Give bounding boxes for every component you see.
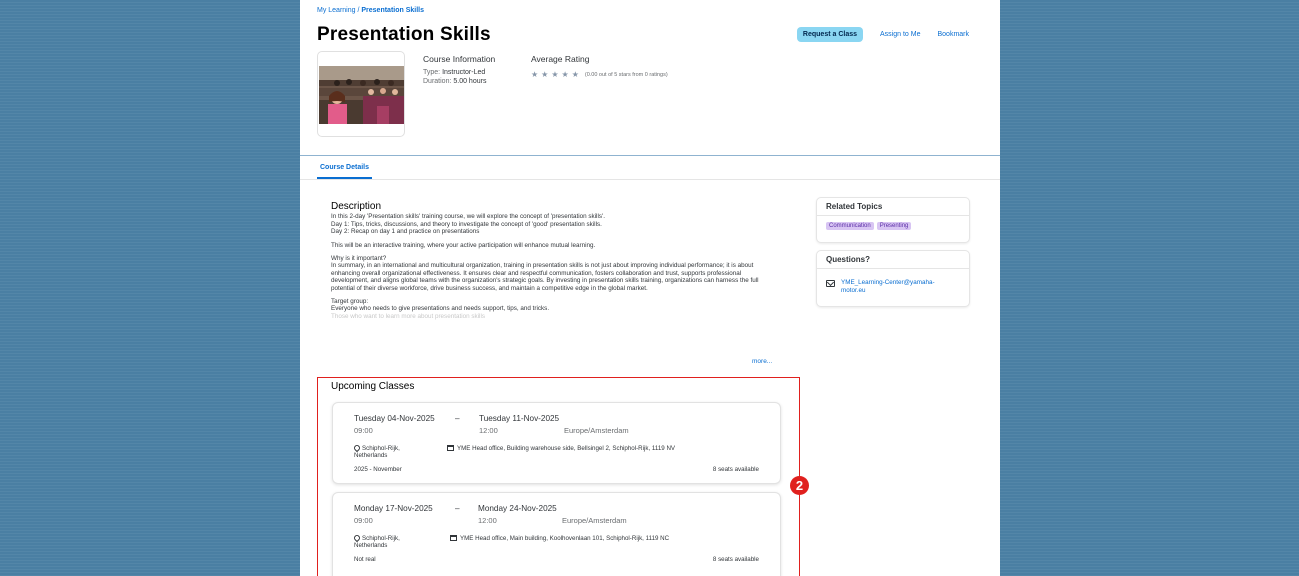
- course-header: My Learning / Presentation Skills Presen…: [300, 0, 1000, 156]
- page-title: Presentation Skills: [317, 24, 491, 45]
- class-start-time: 09:00: [354, 516, 373, 525]
- class-card[interactable]: Tuesday 04-Nov-2025 – Tuesday 11-Nov-202…: [332, 402, 781, 484]
- class-seats: 8 seats available: [712, 466, 759, 473]
- star-icon: ★: [561, 70, 569, 79]
- class-timezone: Europe/Amsterdam: [564, 426, 629, 435]
- date-separator: –: [455, 504, 460, 513]
- course-information: Course Information Type: Instructor-Led …: [423, 54, 495, 86]
- description-importance: Why is it important? In summary, in an i…: [331, 255, 759, 292]
- tab-course-details[interactable]: Course Details: [317, 164, 373, 179]
- date-separator: –: [455, 414, 460, 423]
- related-topics-card: Related Topics Communication Presenting: [816, 197, 970, 243]
- class-start-date: Monday 17-Nov-2025: [354, 504, 433, 513]
- location-pin-icon: [352, 443, 362, 453]
- header-actions: Request a Class Assign to Me Bookmark: [796, 27, 969, 42]
- average-rating: Average Rating ★ ★ ★ ★ ★ (0.00 out of 5 star…: [531, 54, 668, 79]
- class-start-time: 09:00: [354, 426, 373, 435]
- rating-stars[interactable]: ★ ★ ★ ★ ★ (0.00 out of 5 stars from 0 rating…: [531, 70, 668, 79]
- class-venue: YME Head office, Building warehouse side…: [447, 445, 697, 452]
- class-card[interactable]: Monday 17-Nov-2025 – Monday 24-Nov-2025 …: [332, 492, 781, 576]
- description-interactive: This will be an interactive training, wh…: [331, 241, 596, 249]
- star-icon: ★: [551, 70, 559, 79]
- class-end-date: Tuesday 11-Nov-2025: [479, 414, 560, 423]
- questions-card: Questions? YME_Learning-Center@yamaha-mo…: [816, 250, 970, 307]
- class-timezone: Europe/Amsterdam: [562, 516, 627, 525]
- topic-tag-presenting[interactable]: Presenting: [876, 222, 912, 230]
- star-icon: ★: [541, 70, 549, 79]
- course-thumbnail-image: [319, 66, 404, 124]
- course-page: My Learning / Presentation Skills Presen…: [300, 0, 1000, 576]
- class-end-time: 12:00: [478, 516, 497, 525]
- contact-email-link[interactable]: YME_Learning-Center@yamaha-motor.eu: [841, 279, 959, 294]
- class-city: Schiphol-Rijk, Netherlands: [352, 533, 400, 550]
- class-note: 2025 - November: [354, 466, 402, 473]
- class-city: Schiphol-Rijk, Netherlands: [352, 443, 400, 460]
- course-type-value: Instructor-Led: [442, 69, 486, 76]
- class-seats: 8 seats available: [712, 556, 759, 563]
- bookmark-button[interactable]: Bookmark: [937, 31, 969, 38]
- class-note: Not real: [354, 556, 376, 563]
- related-topics-heading: Related Topics: [817, 198, 969, 216]
- upcoming-classes-heading: Upcoming Classes: [331, 381, 415, 392]
- location-pin-icon: [352, 533, 362, 543]
- star-icon: ★: [571, 70, 579, 79]
- building-icon: [447, 445, 454, 451]
- email-icon: [826, 280, 835, 287]
- class-venue: YME Head office, Main building, Koolhove…: [450, 535, 690, 542]
- tab-bar: Course Details: [300, 156, 1000, 180]
- average-rating-heading: Average Rating: [531, 54, 590, 64]
- breadcrumb-current: Presentation Skills: [361, 7, 425, 14]
- breadcrumb: My Learning / Presentation Skills: [317, 7, 424, 14]
- class-end-date: Monday 24-Nov-2025: [478, 504, 557, 513]
- contact-email-row: YME_Learning-Center@yamaha-motor.eu: [817, 269, 969, 304]
- course-type: Type: Instructor-Led: [423, 69, 486, 76]
- description-more-link[interactable]: more...: [752, 358, 772, 365]
- topic-tag-communication[interactable]: Communication: [826, 222, 874, 230]
- course-thumbnail-card: [317, 51, 405, 137]
- breadcrumb-my-learning[interactable]: My Learning: [317, 7, 356, 14]
- building-icon: [450, 535, 457, 541]
- description-heading: Description: [331, 201, 382, 212]
- rating-text: (0.00 out of 5 stars from 0 ratings): [584, 71, 668, 78]
- upcoming-classes-section: Upcoming Classes Tuesday 04-Nov-2025 – T…: [317, 377, 800, 576]
- star-icon: ★: [531, 70, 539, 79]
- description-section: Description In this 2-day 'Presentation …: [331, 201, 779, 326]
- topic-tags: Communication Presenting: [817, 216, 969, 236]
- questions-heading: Questions?: [817, 251, 969, 269]
- assign-to-me-button[interactable]: Assign to Me: [880, 31, 920, 38]
- request-class-button[interactable]: Request a Class: [796, 27, 864, 42]
- course-information-heading: Course Information: [423, 54, 496, 64]
- description-target-group: Target group: Everyone who needs to give…: [331, 298, 550, 320]
- course-duration-value: 5.00 hours: [453, 78, 487, 85]
- class-end-time: 12:00: [479, 426, 498, 435]
- description-intro: In this 2-day 'Presentation skills' trai…: [331, 213, 605, 236]
- annotation-badge: 2: [790, 476, 809, 495]
- class-start-date: Tuesday 04-Nov-2025: [354, 414, 435, 423]
- course-duration: Duration: 5.00 hours: [423, 78, 487, 85]
